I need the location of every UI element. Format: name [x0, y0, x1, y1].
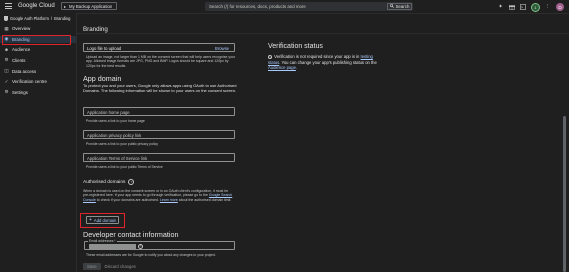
app-domain-description: To protect you and your users, Google on… [83, 83, 237, 93]
menu-icon[interactable] [5, 3, 12, 9]
sidebar-item-audience[interactable]: ☻ Audience [0, 46, 76, 54]
google-cloud-logo[interactable]: Google Cloud [18, 3, 55, 9]
breadcrumb-current: Branding [54, 16, 71, 21]
verification-status-text: ✓ Verification is not required since you… [268, 54, 378, 71]
sidebar-item-data-access[interactable]: ◫ Data access [0, 68, 76, 76]
sidebar-item-clients[interactable]: ⚙ Clients [0, 57, 76, 65]
save-button[interactable]: Save [83, 263, 101, 270]
breadcrumb-platform[interactable]: Google Auth Platform [10, 16, 49, 21]
sidebar-item-label: Overview [12, 26, 31, 32]
sidebar-item-label: Verification centre [12, 79, 47, 85]
gift-icon-svg [508, 5, 515, 10]
more-vert-icon[interactable]: ⋮ [544, 4, 551, 11]
sidebar-item-label: Settings [12, 89, 28, 95]
help-icon[interactable]: ? [128, 179, 135, 185]
email-help: These email addresses are for Google to … [86, 253, 216, 257]
authorised-desc-2: to check if your domains are authorised. [96, 197, 159, 202]
verification-text-1: Verification is not required since your … [274, 54, 360, 59]
terminal-icon[interactable] [519, 4, 526, 11]
sidebar-item-overview[interactable]: ▦ Overview [0, 25, 76, 33]
form-actions: Save Discard changes [83, 263, 136, 270]
email-field-label: Email addresses * [88, 239, 117, 243]
page-header [77, 13, 569, 34]
gift-icon[interactable] [508, 4, 515, 11]
logo-file-label: Logo file to upload [87, 46, 122, 51]
terminal-icon-svg [519, 4, 526, 10]
search-input[interactable]: Search (/) for resources, docs, products… [209, 4, 306, 9]
breadcrumb: Google Auth Platform / Branding [4, 16, 70, 21]
app-domain-title: App domain [83, 74, 122, 83]
verified-icon: ✓ [4, 78, 9, 84]
shield-icon [4, 16, 8, 21]
gear-icon: ⚙ [4, 89, 9, 95]
grid-icon: ▦ [4, 25, 9, 31]
privacy-policy-help: Provide users a link to your public priv… [86, 142, 158, 146]
sidebar-item-label: Data access [12, 68, 37, 74]
search-icon [390, 4, 394, 9]
authorised-desc-3: about the authorised domain limit. [178, 197, 232, 202]
browse-button[interactable]: Browse [215, 46, 229, 51]
top-bar: Google Cloud ▸ My Backup Application Sea… [0, 0, 569, 14]
email-field[interactable]: Email addresses * × [84, 239, 235, 250]
sidebar-item-label: Clients [12, 57, 26, 63]
logo-file-input[interactable]: Logo file to upload Browse [83, 43, 235, 52]
verification-text-2: . You can change your app's publishing s… [279, 59, 377, 65]
search-button-label: Search [395, 3, 410, 9]
sidebar-item-settings[interactable]: ⚙ Settings [0, 89, 76, 97]
logo-help-text: Upload an image, not larger than 1 MB on… [86, 55, 236, 68]
project-name: My Backup Application [69, 3, 113, 9]
home-page-help: Provide users a link to your home page [86, 119, 145, 123]
page-title: Branding [83, 26, 108, 33]
close-icon[interactable]: × [138, 243, 143, 249]
authorised-domains-title: Authorised domains [83, 179, 126, 185]
gemini-icon[interactable]: ✦ [497, 4, 504, 11]
discard-button[interactable]: Discard changes [105, 264, 136, 269]
top-bar-actions: ✦ 1 ⋮ D [497, 2, 564, 12]
database-icon: ◫ [4, 68, 9, 74]
notification-badge[interactable]: 1 [531, 2, 540, 12]
avatar[interactable]: D [556, 3, 564, 11]
developer-contact-title: Developer contact information [83, 230, 179, 239]
authorised-domains-heading: Authorised domains ? [83, 179, 135, 185]
people-icon: ☻ [4, 47, 9, 53]
home-page-placeholder: Application home page [87, 110, 130, 115]
project-icon: ▸ [64, 3, 67, 9]
highlight-box-branding [2, 34, 71, 45]
project-selector[interactable]: ▸ My Backup Application [61, 2, 117, 10]
verification-status-title: Verification status [268, 43, 323, 50]
privacy-policy-input[interactable]: Application privacy policy link [83, 130, 235, 139]
key-icon: ⚙ [4, 57, 9, 63]
verification-text-3: . [295, 65, 298, 70]
learn-more-link[interactable]: Learn more [160, 198, 178, 202]
terms-of-service-placeholder: Application Terms of Service link [87, 156, 148, 161]
search-bar[interactable]: Search (/) for resources, docs, products… [205, 2, 413, 11]
email-chip[interactable] [89, 244, 136, 249]
authorised-desc-1: When a domain is used on the consent scr… [83, 189, 229, 198]
privacy-policy-placeholder: Application privacy policy link [87, 133, 142, 138]
terms-of-service-input[interactable]: Application Terms of Service link [83, 153, 235, 162]
scrollbar[interactable] [563, 116, 566, 272]
breadcrumb-separator: / [50, 16, 53, 21]
authorised-domains-description: When a domain is used on the consent scr… [83, 189, 235, 202]
audience-page-link[interactable]: Audience page [268, 65, 296, 70]
sidebar-item-verification-centre[interactable]: ✓ Verification centre [0, 78, 76, 86]
search-button[interactable]: Search [387, 2, 412, 10]
sidebar-item-label: Audience [12, 47, 31, 53]
check-circle-icon: ✓ [268, 54, 272, 60]
highlight-box-add-domain [80, 213, 125, 228]
terms-of-service-help: Provide users a link to your public Term… [86, 165, 163, 169]
home-page-input[interactable]: Application home page [83, 107, 235, 116]
